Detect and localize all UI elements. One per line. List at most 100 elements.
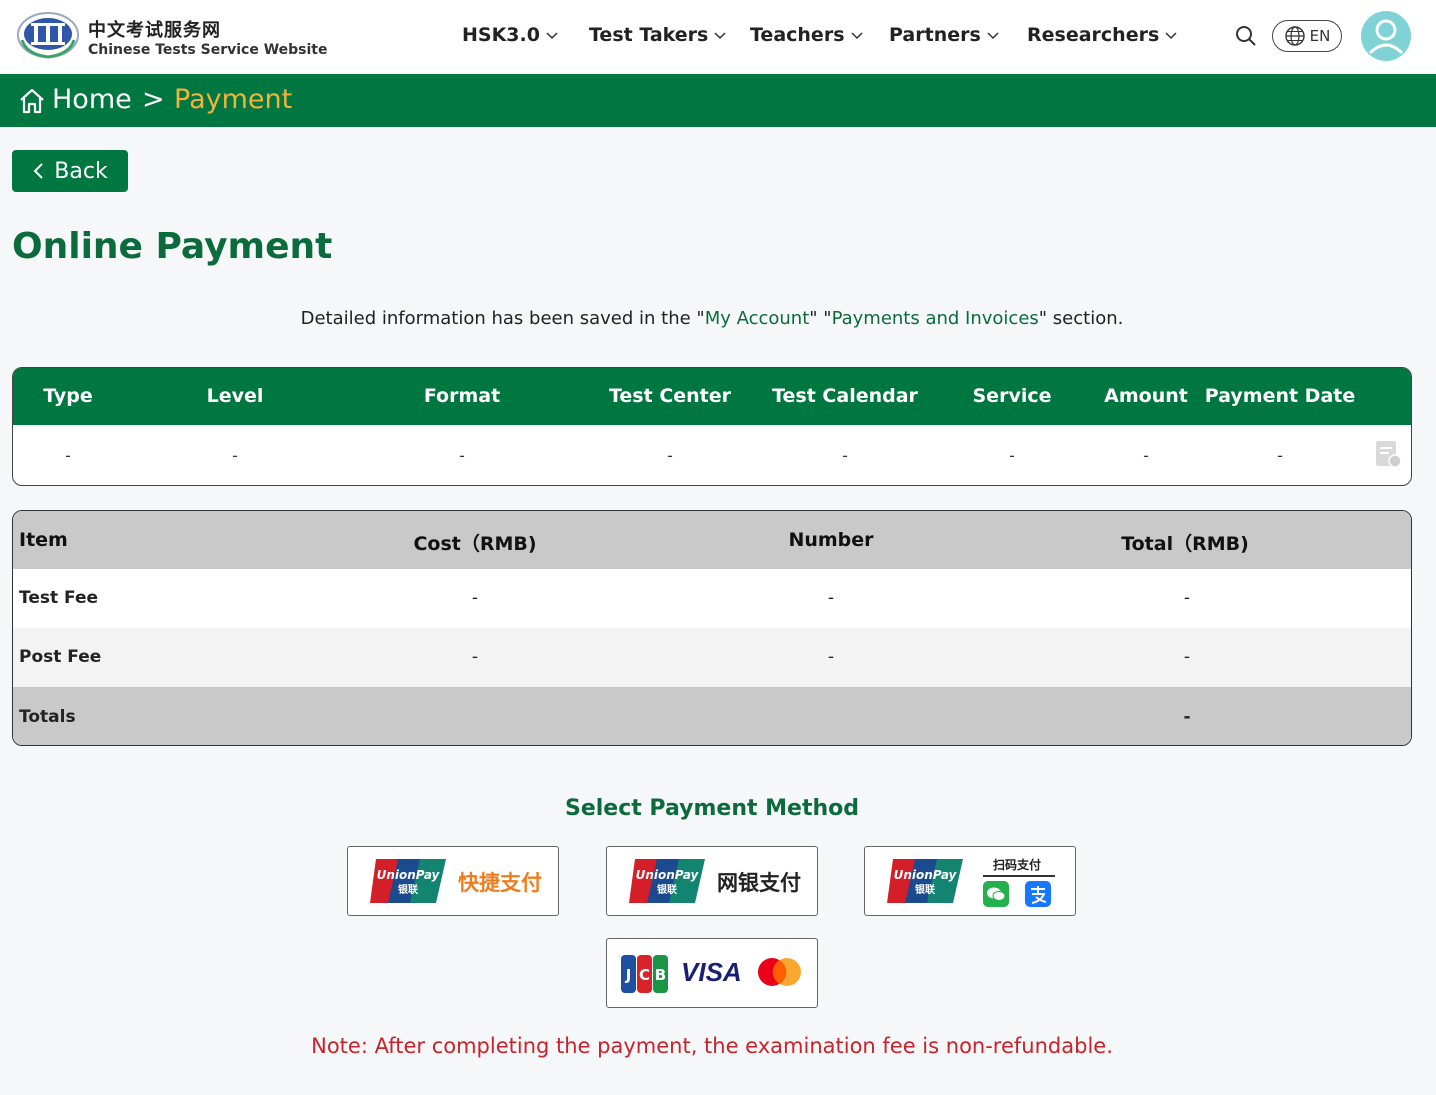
table-row: Test Fee - - - — [13, 569, 1411, 628]
visa-logo: VISA — [681, 957, 742, 987]
home-icon[interactable] — [18, 87, 46, 115]
column-header: Number — [788, 529, 874, 551]
refund-note: Note: After completing the payment, the … — [311, 1034, 1113, 1058]
nav-hsk30[interactable]: HSK3.0 — [462, 24, 558, 46]
back-button-label: Back — [54, 158, 108, 184]
table-cell: - — [471, 647, 479, 667]
totals-row: Totals - — [13, 687, 1411, 745]
table-cell: - — [65, 446, 71, 465]
svg-text:C: C — [639, 966, 650, 984]
row-label: Test Fee — [19, 588, 99, 608]
column-header: Level — [206, 385, 264, 407]
column-header: Item — [19, 529, 68, 551]
table-cell: - — [471, 588, 479, 608]
table-cell: - — [667, 446, 673, 465]
top-navigation-bar: 中文考试服务网 Chinese Tests Service Website HS… — [0, 0, 1436, 74]
unionpay-logo-icon: UnionPay 银联 — [629, 859, 705, 903]
payment-method-title: Select Payment Method — [564, 796, 860, 821]
svg-text:UnionPay: UnionPay — [894, 868, 958, 882]
info-middle: " " — [809, 308, 832, 329]
nav-partners[interactable]: Partners — [889, 24, 999, 46]
user-avatar[interactable] — [1361, 11, 1411, 61]
fee-table-header: Item Cost（RMB) Number Total（RMB) — [13, 511, 1411, 569]
unionpay-quick-pay-button[interactable]: UnionPay 银联 快捷支付 — [347, 846, 559, 916]
fee-summary-table: Item Cost（RMB) Number Total（RMB) Test Fe… — [12, 510, 1412, 746]
column-header: Total（RMB) — [1121, 533, 1249, 555]
svg-text:银联: 银联 — [657, 883, 677, 896]
table-cell: - — [1183, 588, 1191, 608]
chevron-down-icon — [546, 32, 558, 40]
language-switcher[interactable]: EN — [1272, 20, 1342, 52]
nav-researchers-label: Researchers — [1027, 24, 1160, 46]
mastercard-logo-icon — [758, 958, 801, 986]
info-message: Detailed information has been saved in t… — [0, 308, 1424, 329]
column-header: Test Center — [608, 385, 732, 407]
scan-pay-label: 扫码支付 — [993, 858, 1042, 872]
column-header: Type — [43, 385, 93, 407]
table-cell: - — [842, 446, 848, 465]
column-header: Amount — [1104, 385, 1188, 407]
svg-text:银联: 银联 — [398, 883, 418, 896]
language-label: EN — [1309, 27, 1331, 45]
chevron-down-icon — [714, 32, 726, 40]
info-suffix: " section. — [1038, 308, 1124, 329]
user-icon — [1368, 19, 1404, 55]
chevron-down-icon — [1165, 32, 1177, 40]
invoice-document-icon[interactable] — [1373, 439, 1403, 469]
column-header: Service — [972, 385, 1052, 407]
payments-invoices-link[interactable]: Payments and Invoices — [832, 308, 1039, 329]
table-cell: - — [827, 647, 835, 667]
back-button[interactable]: Back — [12, 150, 128, 192]
table-row: Post Fee - - - — [13, 628, 1411, 687]
table-cell: - — [1277, 446, 1283, 465]
wechat-pay-icon — [983, 881, 1009, 907]
svg-text:UnionPay: UnionPay — [377, 868, 441, 882]
breadcrumb-separator: > — [142, 84, 165, 115]
international-card-button[interactable]: J C B VISA — [606, 938, 818, 1008]
order-table-header: Type Level Format Test Center Test Calen… — [13, 368, 1411, 425]
unionpay-logo-icon: UnionPay 银联 — [887, 859, 963, 903]
chevron-down-icon — [987, 32, 999, 40]
alipay-icon — [1025, 881, 1051, 907]
jcb-logo-icon: J C B — [621, 955, 668, 993]
unionpay-logo-icon: UnionPay 银联 — [370, 859, 446, 903]
column-header: Test Calendar — [772, 385, 918, 407]
site-logo-icon[interactable] — [16, 10, 80, 60]
brand-name-chinese: 中文考试服务网 — [88, 20, 221, 41]
totals-value: - — [1183, 707, 1191, 727]
svg-text:银联: 银联 — [915, 883, 935, 896]
info-prefix: Detailed information has been saved in t… — [300, 308, 705, 329]
table-cell: - — [459, 446, 465, 465]
column-header: Cost（RMB) — [413, 533, 537, 555]
chevron-down-icon — [850, 32, 863, 40]
quick-pay-label: 快捷支付 — [458, 871, 542, 895]
svg-text:UnionPay: UnionPay — [636, 868, 700, 882]
table-cell: - — [827, 588, 835, 608]
nav-researchers[interactable]: Researchers — [1027, 24, 1177, 46]
breadcrumb-current: Payment — [174, 84, 293, 115]
my-account-link[interactable]: My Account — [705, 308, 810, 329]
search-icon[interactable] — [1234, 24, 1258, 48]
svg-text:B: B — [655, 966, 666, 984]
nav-test-takers[interactable]: Test Takers — [589, 24, 726, 46]
breadcrumb-home-link[interactable]: Home — [52, 84, 132, 115]
table-cell: - — [1009, 446, 1015, 465]
totals-label: Totals — [19, 707, 76, 727]
table-cell: - — [1183, 647, 1191, 667]
netbank-pay-label: 网银支付 — [717, 871, 801, 895]
nav-teachers[interactable]: Teachers — [750, 24, 863, 46]
nav-partners-label: Partners — [889, 24, 981, 46]
order-details-table: Type Level Format Test Center Test Calen… — [12, 367, 1412, 486]
column-header: Payment Date — [1204, 385, 1356, 407]
table-cell: - — [232, 446, 238, 465]
svg-text:J: J — [625, 966, 632, 984]
globe-icon — [1284, 26, 1305, 46]
row-label: Post Fee — [19, 647, 102, 667]
unionpay-scan-pay-button[interactable]: UnionPay 银联 扫码支付 — [864, 846, 1076, 916]
nav-hsk30-label: HSK3.0 — [462, 24, 540, 46]
brand-name-english: Chinese Tests Service Website — [88, 42, 328, 58]
nav-teachers-label: Teachers — [750, 24, 845, 46]
unionpay-netbank-button[interactable]: UnionPay 银联 网银支付 — [606, 846, 818, 916]
table-cell: - — [1143, 446, 1149, 465]
nav-test-takers-label: Test Takers — [589, 24, 709, 46]
